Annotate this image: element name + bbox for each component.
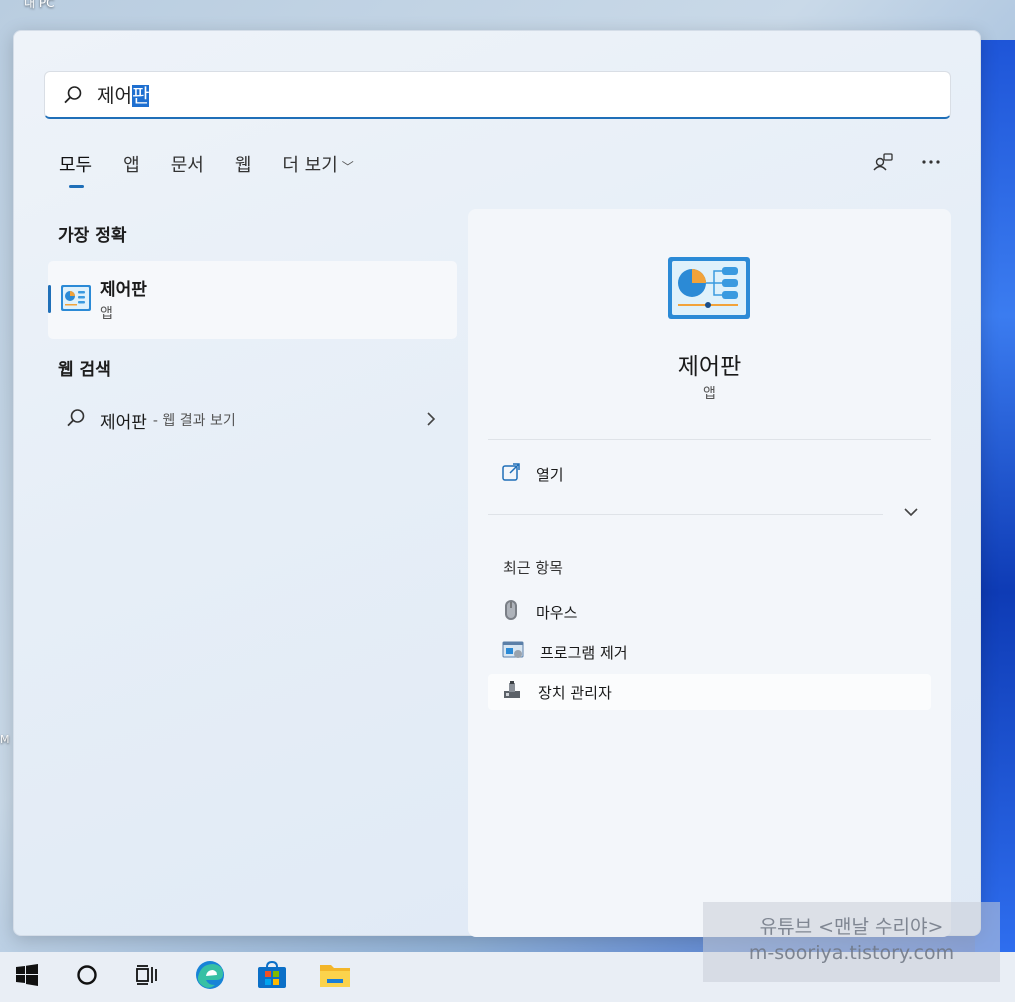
watermark-line2: m-sooriya.tistory.com — [748, 942, 955, 964]
web-search-query: 제어판 — [100, 412, 147, 433]
best-match-title: 가장 정확 — [58, 226, 127, 246]
search-panel: 제어판 모두 앱 문서 웹 더 보기 ﹀ 가장 정확 제어판 앱 웹 검색 제어… — [13, 30, 981, 937]
divider — [488, 439, 931, 440]
search-input[interactable]: 제어판 — [44, 71, 951, 119]
more-options-icon[interactable] — [920, 151, 942, 173]
tab-all[interactable]: 모두 — [59, 151, 92, 188]
desktop-icon-label[interactable]: M — [0, 733, 10, 746]
web-search-suffix: - 웹 결과 보기 — [152, 413, 236, 429]
edge-button[interactable] — [187, 952, 233, 1002]
search-query-selection: 판 — [131, 85, 150, 107]
top-right-actions — [872, 151, 942, 173]
tab-more-label: 더 보기 — [282, 155, 338, 176]
chevron-right-icon — [426, 411, 436, 430]
best-match-type: 앱 — [100, 306, 113, 322]
folder-icon — [319, 961, 351, 993]
device-manager-icon — [502, 680, 522, 704]
desktop-this-pc-label[interactable]: 내 PC — [24, 0, 54, 11]
start-button[interactable] — [4, 952, 50, 1002]
filter-tabs: 모두 앱 문서 웹 더 보기 ﹀ — [59, 151, 385, 188]
recent-items-title: 최근 항목 — [503, 559, 563, 577]
recent-item-label: 마우스 — [536, 603, 578, 622]
chevron-down-icon: ﹀ — [341, 160, 354, 174]
account-switch-icon[interactable] — [872, 151, 894, 173]
web-search-title: 웹 검색 — [58, 360, 111, 380]
detail-app-name: 제어판 — [677, 354, 742, 380]
detail-app-type: 앱 — [703, 386, 716, 402]
windows-logo-icon — [16, 964, 38, 990]
search-icon — [63, 85, 83, 105]
expand-chevron-icon[interactable] — [904, 505, 918, 521]
watermark-line1: 유튜브 <맨날 수리야> — [759, 916, 944, 938]
recent-item-mouse[interactable]: 마우스 — [488, 594, 931, 630]
open-action[interactable]: 열기 — [502, 463, 564, 485]
task-view-button[interactable] — [124, 952, 170, 1002]
cortana-button[interactable] — [64, 952, 110, 1002]
recent-item-device-manager[interactable]: 장치 관리자 — [488, 674, 931, 710]
best-match-item[interactable]: 제어판 앱 — [48, 261, 457, 339]
edge-browser-icon — [195, 960, 225, 994]
task-view-icon — [135, 964, 159, 990]
store-icon — [257, 960, 287, 993]
search-query[interactable]: 제어판 — [97, 81, 150, 108]
web-search-result[interactable]: 제어판 - 웹 결과 보기 — [66, 405, 436, 435]
best-match-name: 제어판 — [100, 280, 147, 300]
recent-item-label: 프로그램 제거 — [540, 643, 628, 662]
store-button[interactable] — [249, 952, 295, 1002]
recent-item-uninstall[interactable]: 프로그램 제거 — [488, 634, 931, 670]
mouse-icon — [502, 599, 520, 625]
tab-more[interactable]: 더 보기 ﹀ — [282, 151, 353, 185]
open-external-icon — [502, 463, 520, 485]
recent-item-label: 장치 관리자 — [538, 683, 612, 702]
divider — [488, 514, 883, 515]
file-explorer-button[interactable] — [312, 952, 358, 1002]
watermark: 유튜브 <맨날 수리야> m-sooriya.tistory.com — [703, 902, 1000, 982]
tab-documents[interactable]: 문서 — [171, 151, 204, 185]
circle-icon — [76, 964, 98, 990]
tab-apps[interactable]: 앱 — [123, 151, 140, 185]
wallpaper-swirl — [975, 40, 1015, 960]
selection-accent — [48, 285, 51, 313]
control-panel-icon — [61, 285, 91, 315]
control-panel-large-icon — [668, 257, 750, 323]
detail-pane: 제어판 앱 열기 최근 항목 마우스 프로그램 제거 장치 관리자 — [468, 209, 951, 937]
tab-web[interactable]: 웹 — [235, 151, 252, 185]
open-label: 열기 — [536, 465, 564, 484]
search-icon — [66, 408, 86, 432]
programs-icon — [502, 641, 524, 663]
